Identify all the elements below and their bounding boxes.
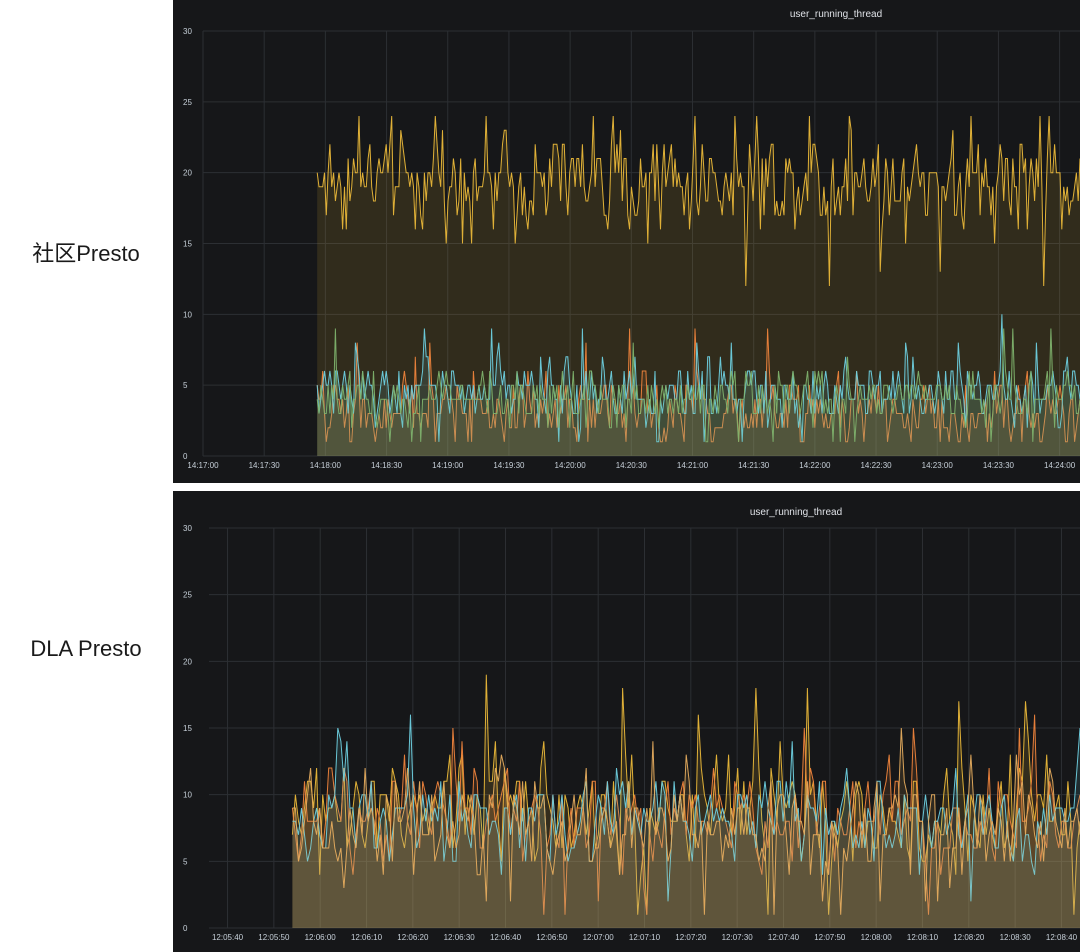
- x-tick-label: 12:06:20: [397, 933, 429, 942]
- chart-svg-dla-presto: user_running_thread 0 5 10 15 20 25 30 12:05:40 1…: [183, 507, 1080, 942]
- chart-panel-community-presto: user_running_thread 0 5 10 15 20 25 30 14:17:00 1…: [173, 0, 1080, 483]
- x-tick-label: 12:06:40: [490, 933, 522, 942]
- chart-title: user_running_thread: [750, 507, 842, 518]
- x-tick-label: 12:06:00: [305, 933, 337, 942]
- x-tick-label: 12:07:00: [583, 933, 615, 942]
- x-tick-label: 14:20:30: [616, 461, 648, 470]
- y-tick-label: 30: [183, 524, 192, 533]
- y-tick-label: 20: [183, 169, 192, 178]
- y-tick-label: 10: [183, 310, 192, 319]
- x-tick-label: 12:05:40: [212, 933, 244, 942]
- x-tick-label: 12:08:30: [1000, 933, 1032, 942]
- x-tick-label: 14:20:00: [555, 461, 587, 470]
- chart-panel-dla-presto: user_running_thread 0 5 10 15 20 25 30 12:05:40 1…: [173, 491, 1080, 952]
- y-tick-label: 25: [183, 591, 192, 600]
- x-tick-label: 12:07:10: [629, 933, 661, 942]
- x-tick-label: 14:23:30: [983, 461, 1015, 470]
- x-tick-label: 14:21:30: [738, 461, 770, 470]
- x-tick-label: 14:22:30: [860, 461, 892, 470]
- x-tick-label: 14:19:30: [493, 461, 525, 470]
- x-tick-label: 12:05:50: [258, 933, 290, 942]
- y-tick-label: 10: [183, 791, 192, 800]
- y-tick-label: 30: [183, 27, 192, 36]
- x-tick-label: 14:21:00: [677, 461, 709, 470]
- x-tick-label: 14:17:30: [249, 461, 281, 470]
- y-tick-label: 5: [183, 381, 188, 390]
- y-tick-label: 0: [183, 452, 188, 461]
- y-tick-label: 25: [183, 98, 192, 107]
- x-tick-label: 14:22:00: [799, 461, 831, 470]
- x-tick-label: 12:08:10: [907, 933, 939, 942]
- x-tick-label: 14:23:00: [922, 461, 954, 470]
- chart-svg-community-presto: user_running_thread 0 5 10 15 20 25 30 14:17:00 1…: [183, 9, 1080, 470]
- x-tick-label: 12:07:20: [675, 933, 707, 942]
- x-tick-label: 14:18:30: [371, 461, 403, 470]
- y-tick-label: 5: [183, 857, 188, 866]
- x-tick-label: 12:06:50: [536, 933, 568, 942]
- x-tick-label: 12:07:40: [768, 933, 800, 942]
- label-community-presto: 社区Presto: [32, 241, 140, 266]
- y-tick-label: 15: [183, 724, 192, 733]
- x-tick-label: 14:18:00: [310, 461, 342, 470]
- chart-title: user_running_thread: [790, 9, 882, 20]
- label-dla-presto: DLA Presto: [30, 636, 142, 661]
- x-tick-label: 14:17:00: [187, 461, 219, 470]
- x-tick-label: 12:06:30: [444, 933, 476, 942]
- y-tick-label: 20: [183, 657, 192, 666]
- x-tick-label: 12:06:10: [351, 933, 383, 942]
- x-tick-label: 12:07:50: [814, 933, 846, 942]
- y-tick-label: 15: [183, 240, 192, 249]
- x-tick-label: 12:08:20: [953, 933, 985, 942]
- x-tick-label: 12:08:40: [1046, 933, 1078, 942]
- x-tick-label: 12:08:00: [861, 933, 893, 942]
- x-tick-label: 14:19:00: [432, 461, 464, 470]
- y-tick-label: 0: [183, 924, 188, 933]
- x-tick-label: 14:24:00: [1044, 461, 1076, 470]
- x-tick-label: 12:07:30: [722, 933, 754, 942]
